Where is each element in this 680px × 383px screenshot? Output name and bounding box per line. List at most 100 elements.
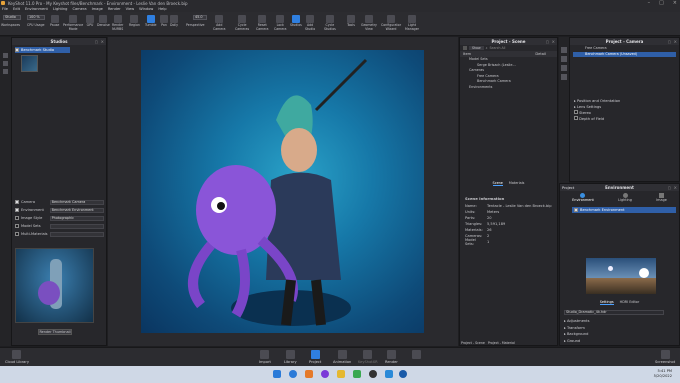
reset-camera-button[interactable]: Reset Camera — [256, 15, 269, 31]
light-manager-button[interactable]: Light Manager — [405, 15, 419, 31]
stereo-checkbox[interactable] — [574, 110, 578, 114]
tab-settings[interactable]: Settings — [599, 300, 614, 305]
studio-item[interactable]: Benchmark Studio — [15, 47, 70, 53]
camera-add-icon[interactable] — [561, 56, 567, 62]
image-style-checkbox[interactable] — [15, 216, 19, 220]
app-icon-3[interactable] — [353, 370, 361, 378]
camera-copy-icon[interactable] — [561, 65, 567, 71]
close-panel-icon[interactable]: × — [101, 39, 104, 44]
tree-environments[interactable]: Environments — [463, 85, 557, 91]
tab-project-material[interactable]: Project - Material — [488, 341, 515, 345]
maximize-panel-icon[interactable]: ▢ — [668, 186, 671, 190]
dof-checkbox[interactable] — [574, 116, 578, 120]
animation-button[interactable]: Animation — [333, 350, 351, 364]
menu-environment[interactable]: Environment — [25, 7, 48, 11]
perspective-button[interactable]: Perspective — [186, 23, 204, 28]
tab-lighting[interactable]: Lighting — [618, 193, 632, 203]
hdri-file-field[interactable]: Studio_Dramatic_4k.hdr — [564, 310, 664, 315]
close-panel-icon[interactable]: × — [674, 39, 677, 44]
cpu-usage-button[interactable]: CPU Usage — [27, 23, 44, 28]
hdri-preview[interactable] — [586, 258, 656, 294]
collapse-icon[interactable] — [463, 46, 467, 50]
keyshot-taskbar-icon[interactable] — [399, 370, 407, 378]
add-studio-button[interactable]: Add Studio — [305, 15, 315, 31]
geometry-view-button[interactable]: Geometry View — [361, 15, 377, 31]
maximize-panel-icon[interactable]: ▢ — [95, 40, 98, 44]
library-button[interactable]: Library — [284, 350, 297, 364]
pan-button[interactable]: Pan — [160, 15, 168, 28]
tab-scene[interactable]: Scene — [492, 181, 503, 186]
viewport[interactable] — [108, 37, 458, 346]
tab-materials[interactable]: Materials — [509, 181, 525, 186]
camera-item-benchmark[interactable]: Benchmark Camera (Unsaved) — [573, 51, 676, 57]
app-icon-2[interactable] — [321, 370, 329, 378]
menu-file[interactable]: File — [2, 7, 8, 11]
model-sets-select[interactable] — [49, 223, 104, 229]
cycle-studios-button[interactable]: Cycle Studios — [324, 15, 336, 31]
tab-hdri-editor[interactable]: HDRI Editor — [620, 300, 640, 305]
import-button[interactable]: Import — [259, 350, 271, 364]
add-camera-button[interactable]: Add Camera — [213, 15, 226, 31]
cpu-usage-dropdown[interactable]: 100 % — [27, 15, 45, 20]
multi-materials-checkbox[interactable] — [15, 232, 19, 236]
menu-image[interactable]: Image — [92, 7, 103, 11]
folder-icon[interactable] — [337, 370, 345, 378]
cycle-cameras-button[interactable]: Cycle Cameras — [235, 15, 249, 31]
maximize-panel-icon[interactable]: ▢ — [668, 40, 671, 44]
environment-item-checkbox[interactable] — [574, 208, 578, 212]
studio-thumbnail[interactable] — [21, 55, 38, 72]
environment-item[interactable]: Benchmark Environment — [572, 207, 676, 213]
col-item[interactable]: Item — [463, 52, 471, 56]
close-panel-icon[interactable]: × — [674, 185, 677, 190]
dolly-button[interactable]: Dolly — [170, 15, 178, 28]
maximize-panel-icon[interactable]: ▢ — [546, 40, 549, 44]
screenshot-button[interactable]: Screenshot — [655, 350, 675, 364]
render-thumbnail-button[interactable]: Render Thumbnail — [38, 329, 72, 335]
clock-date[interactable]: 5/20/2022 — [654, 374, 672, 379]
denoise-button[interactable]: Denoise — [97, 15, 110, 28]
camera-delete-icon[interactable] — [561, 74, 567, 80]
workspace-dropdown[interactable]: Studio — [3, 15, 21, 20]
render-alt-button[interactable] — [412, 350, 421, 359]
performance-mode-button[interactable]: Performance Mode — [63, 15, 83, 31]
tab-project-scene[interactable]: Project - Scene — [461, 341, 485, 345]
configurator-wizard-button[interactable]: Configurator Wizard — [381, 15, 401, 31]
app-icon-1[interactable] — [305, 370, 313, 378]
tab-image[interactable]: Image — [656, 193, 667, 203]
multi-materials-select[interactable] — [49, 231, 104, 237]
menu-edit[interactable]: Edit — [13, 7, 20, 11]
studios-button[interactable]: Studios — [290, 15, 302, 28]
camera-tool-icon[interactable] — [561, 47, 567, 53]
render-canvas[interactable] — [141, 50, 424, 333]
menu-render[interactable]: Render — [108, 7, 121, 11]
studio-list-icon[interactable] — [3, 53, 8, 58]
section-depth-of-field[interactable]: Depth of Field — [570, 116, 679, 122]
environment-select[interactable]: Benchmark Environment — [49, 207, 104, 213]
region-button[interactable]: Region — [129, 15, 140, 28]
project-button[interactable]: Project — [309, 350, 321, 364]
fov-field[interactable]: 45.0 — [193, 15, 207, 20]
camera-checkbox[interactable] — [15, 200, 19, 204]
menu-camera[interactable]: Camera — [72, 7, 86, 11]
section-ground[interactable]: ▸ Ground — [560, 338, 679, 345]
keyshotxr-button[interactable]: KeyShotXR — [358, 350, 378, 364]
search-input[interactable]: Search All — [490, 46, 506, 50]
tools-button[interactable]: Tools — [347, 15, 355, 28]
menu-lighting[interactable]: Lighting — [53, 7, 68, 11]
tumble-button[interactable]: Tumble — [145, 15, 156, 28]
edge-icon[interactable] — [289, 370, 297, 378]
col-detail[interactable]: Detail — [535, 52, 546, 56]
render-nurbs-button[interactable]: Render NURBS — [112, 15, 123, 31]
close-panel-icon[interactable]: × — [552, 39, 555, 44]
studio-item-checkbox[interactable] — [15, 48, 19, 52]
pause-button[interactable]: Pause — [50, 15, 59, 28]
menu-view[interactable]: View — [126, 7, 135, 11]
show-button[interactable]: Show — [469, 46, 484, 50]
start-icon[interactable] — [273, 370, 281, 378]
model-sets-checkbox[interactable] — [15, 224, 19, 228]
environment-checkbox[interactable] — [15, 208, 19, 212]
app-icon-4[interactable] — [369, 370, 377, 378]
cloud-library-button[interactable]: Cloud Library — [5, 350, 29, 364]
tab-environment[interactable]: Environment — [572, 193, 594, 203]
lock-camera-button[interactable]: Lock Camera — [274, 15, 287, 31]
